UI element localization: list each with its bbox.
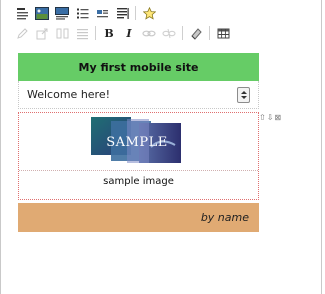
bullet-list-icon[interactable]: [73, 4, 91, 22]
image-caption[interactable]: sample image: [19, 176, 258, 187]
resize-stepper[interactable]: [237, 87, 250, 103]
toolbar-separator: [209, 26, 210, 40]
welcome-text: Welcome here!: [27, 88, 111, 101]
link-icon[interactable]: [140, 24, 158, 42]
format-toolbar: B I: [1, 23, 323, 43]
image-block[interactable]: SAMPLE sample image: [18, 112, 259, 200]
site-title[interactable]: My first mobile site: [18, 53, 259, 81]
star-icon[interactable]: [140, 4, 158, 22]
block-controls: ⇧ ⇩ ⊠: [259, 114, 281, 122]
site-footer[interactable]: by name: [18, 203, 259, 232]
arrow-down-icon: [240, 96, 247, 99]
table-icon[interactable]: [214, 24, 232, 42]
bold-button[interactable]: B: [100, 24, 118, 42]
move-up-icon[interactable]: ⇧: [259, 114, 266, 122]
text-block-icon[interactable]: [113, 4, 131, 22]
align-justify-icon[interactable]: [73, 24, 91, 42]
editor-frame: B I My first mobile site Welcome here! S…: [0, 0, 322, 294]
heading-text-icon[interactable]: [13, 4, 31, 22]
toolbar-separator: [135, 6, 136, 20]
delete-block-icon[interactable]: ⊠: [274, 114, 281, 122]
two-column-icon[interactable]: [93, 4, 111, 22]
eraser-icon[interactable]: [187, 24, 205, 42]
toolbar-separator: [95, 26, 96, 40]
footer-text: by name: [200, 211, 249, 224]
mobile-site-preview: My first mobile site Welcome here! SAMPL…: [18, 53, 259, 232]
sample-image[interactable]: SAMPLE: [91, 117, 183, 165]
export-icon[interactable]: [33, 24, 51, 42]
image-icon[interactable]: [33, 4, 51, 22]
image-with-text-icon[interactable]: [53, 4, 71, 22]
welcome-text-block[interactable]: Welcome here!: [18, 81, 259, 109]
toolbar-separator: [182, 26, 183, 40]
unlink-icon[interactable]: [160, 24, 178, 42]
italic-button[interactable]: I: [120, 24, 138, 42]
image-watermark-text: SAMPLE: [106, 135, 168, 150]
insert-toolbar: [1, 3, 323, 23]
caption-divider: [19, 170, 258, 171]
move-down-icon[interactable]: ⇩: [267, 114, 274, 122]
arrow-up-icon: [240, 91, 247, 94]
pencil-icon[interactable]: [13, 24, 31, 42]
columns-icon[interactable]: [53, 24, 71, 42]
